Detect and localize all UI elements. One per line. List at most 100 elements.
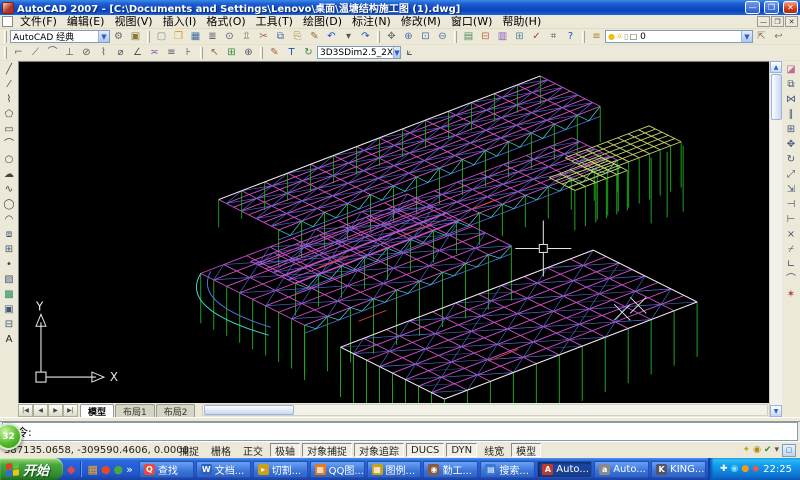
dim-update-button[interactable]: ↻ — [300, 46, 317, 60]
dim-angular-button[interactable]: ∠ — [129, 46, 146, 60]
dim-ordinate-button[interactable]: ⊥ — [61, 46, 78, 60]
qq-tray-icon[interactable]: ● — [741, 465, 749, 474]
menu-item-2[interactable]: 视图(V) — [109, 15, 157, 28]
region-button[interactable]: ▣ — [1, 302, 17, 317]
clean-screen-button[interactable]: ▢ — [782, 444, 796, 457]
horizontal-scrollbar[interactable] — [202, 404, 768, 416]
quick-launch-overflow[interactable]: » — [126, 464, 133, 475]
dim-baseline-button[interactable]: ≡ — [163, 46, 180, 60]
pan-realtime-button[interactable]: ✥ — [383, 30, 400, 44]
chamfer-button[interactable]: ∟ — [783, 257, 799, 272]
ellipse-button[interactable]: ◯ — [1, 197, 17, 212]
task-button-5[interactable]: ◉勤工... — [423, 461, 478, 478]
menu-item-3[interactable]: 插入(I) — [158, 15, 202, 28]
hatch-button[interactable]: ▨ — [1, 272, 17, 287]
workspace-settings-button[interactable]: ⚙ — [110, 30, 127, 44]
media-quick-icon[interactable]: ● — [114, 464, 124, 475]
menu-item-0[interactable]: 文件(F) — [15, 15, 62, 28]
new-file-button[interactable]: ▢ — [153, 30, 170, 44]
status-toggle-3[interactable]: 极轴 — [270, 443, 300, 457]
minimize-button[interactable]: — — [745, 1, 760, 14]
scroll-up-arrow[interactable]: ▲ — [770, 61, 782, 73]
toolbar-grip[interactable] — [260, 47, 263, 59]
task-button-1[interactable]: W文档... — [196, 461, 251, 478]
ellipse-arc-button[interactable]: ◠ — [1, 212, 17, 227]
toolbar-grip[interactable] — [4, 47, 7, 59]
undo-button[interactable]: ↶ — [323, 30, 340, 44]
menu-item-8[interactable]: 修改(M) — [396, 15, 446, 28]
dim-jogged-button[interactable]: ⌇ — [95, 46, 112, 60]
command-window[interactable]: 命令: — [2, 422, 798, 441]
match-properties-button[interactable]: ✎ — [306, 30, 323, 44]
dim-continue-button[interactable]: ⊦ — [180, 46, 197, 60]
status-toggle-7[interactable]: DYN — [446, 443, 477, 457]
fillet-button[interactable]: ⌒ — [783, 272, 799, 287]
make-block-button[interactable]: ⊞ — [1, 242, 17, 257]
menu-item-7[interactable]: 标注(N) — [347, 15, 396, 28]
menu-item-9[interactable]: 窗口(W) — [446, 15, 497, 28]
menu-item-10[interactable]: 帮助(H) — [497, 15, 546, 28]
markup-manager-button[interactable]: ✓ — [528, 30, 545, 44]
restore-button[interactable]: ❐ — [764, 1, 779, 14]
my-workspace-button[interactable]: ▣ — [127, 30, 144, 44]
task-button-7[interactable]: AAuto... — [537, 461, 592, 478]
scale-button[interactable]: ⤢ — [783, 167, 799, 182]
tray-settings-arrow-icon[interactable]: ▾ — [774, 446, 779, 455]
mdi-restore-button[interactable]: ❐ — [771, 16, 784, 27]
polygon-button[interactable]: ⬠ — [1, 107, 17, 122]
dim-edit-button[interactable]: ✎ — [266, 46, 283, 60]
make-object-layer-current-button[interactable]: ⇱ — [753, 30, 770, 44]
security-tray-icon[interactable]: ◆ — [752, 465, 759, 474]
toolbar-grip[interactable] — [200, 47, 203, 59]
tab-nav-button-1[interactable]: ◀ — [33, 404, 48, 417]
tool-palettes-button[interactable]: ▥ — [494, 30, 511, 44]
show-desktop-icon[interactable]: ▦ — [87, 464, 97, 475]
quickcalc-button[interactable]: ⌗ — [545, 30, 562, 44]
center-mark-button[interactable]: ⊕ — [240, 46, 257, 60]
gradient-button[interactable]: ▩ — [1, 287, 17, 302]
rectangle-button[interactable]: ▭ — [1, 122, 17, 137]
dim-radius-button[interactable]: ⊘ — [78, 46, 95, 60]
status-toggle-2[interactable]: 正交 — [238, 443, 268, 457]
messenger-tray-icon[interactable]: ◉ — [731, 465, 739, 474]
hscroll-thumb[interactable] — [204, 405, 294, 415]
table-button[interactable]: ⊟ — [1, 317, 17, 332]
close-button[interactable]: ✕ — [783, 1, 798, 14]
quick-dimension-button[interactable]: ≍ — [146, 46, 163, 60]
task-button-6[interactable]: ▤搜索... — [480, 461, 535, 478]
layout-tab-0[interactable]: 模型 — [80, 404, 114, 417]
toolbar-grip[interactable] — [582, 31, 585, 43]
task-button-9[interactable]: KKING... — [651, 461, 706, 478]
extend-button[interactable]: ⊢ — [783, 212, 799, 227]
dim-text-edit-button[interactable]: T — [283, 46, 300, 60]
layer-combo[interactable]: ●☼▯□0▼ — [605, 30, 753, 43]
tab-nav-button-3[interactable]: ▶| — [63, 404, 78, 417]
task-button-2[interactable]: ▸切割... — [253, 461, 308, 478]
status-toggle-8[interactable]: 线宽 — [479, 443, 509, 457]
status-toggle-4[interactable]: 对象捕捉 — [302, 443, 352, 457]
associated-files-icon[interactable]: ✔ — [764, 446, 772, 455]
tolerance-button[interactable]: ⊞ — [223, 46, 240, 60]
circle-button[interactable]: ○ — [1, 152, 17, 167]
toolbar-grip[interactable] — [4, 31, 7, 43]
break-at-point-button[interactable]: × — [783, 227, 799, 242]
start-button[interactable]: 开始 — [0, 458, 63, 480]
mirror-button[interactable]: ⋈ — [783, 92, 799, 107]
status-toggle-6[interactable]: DUCS — [406, 443, 444, 457]
multiline-text-button[interactable]: A — [1, 332, 17, 347]
chevron-down-icon[interactable]: ▼ — [741, 31, 752, 42]
drawing-canvas[interactable]: YX — [18, 61, 769, 403]
undo-list-arrow-button[interactable]: ▾ — [340, 30, 357, 44]
move-button[interactable]: ✥ — [783, 137, 799, 152]
layout-tab-2[interactable]: 布局2 — [156, 404, 196, 417]
mdi-close-button[interactable]: ✕ — [785, 16, 798, 27]
ime-tray-icon[interactable]: ✚ — [720, 465, 728, 474]
vscroll-thumb[interactable] — [771, 74, 782, 120]
line-button[interactable]: ╱ — [1, 62, 17, 77]
task-button-8[interactable]: aAuto... — [594, 461, 649, 478]
save-file-button[interactable]: ▦ — [187, 30, 204, 44]
layer-properties-manager-button[interactable]: ≡ — [588, 30, 605, 44]
copy-object-button[interactable]: ⧉ — [783, 77, 799, 92]
toolbar-grip[interactable] — [377, 31, 380, 43]
task-button-3[interactable]: ▦QQ图... — [310, 461, 365, 478]
